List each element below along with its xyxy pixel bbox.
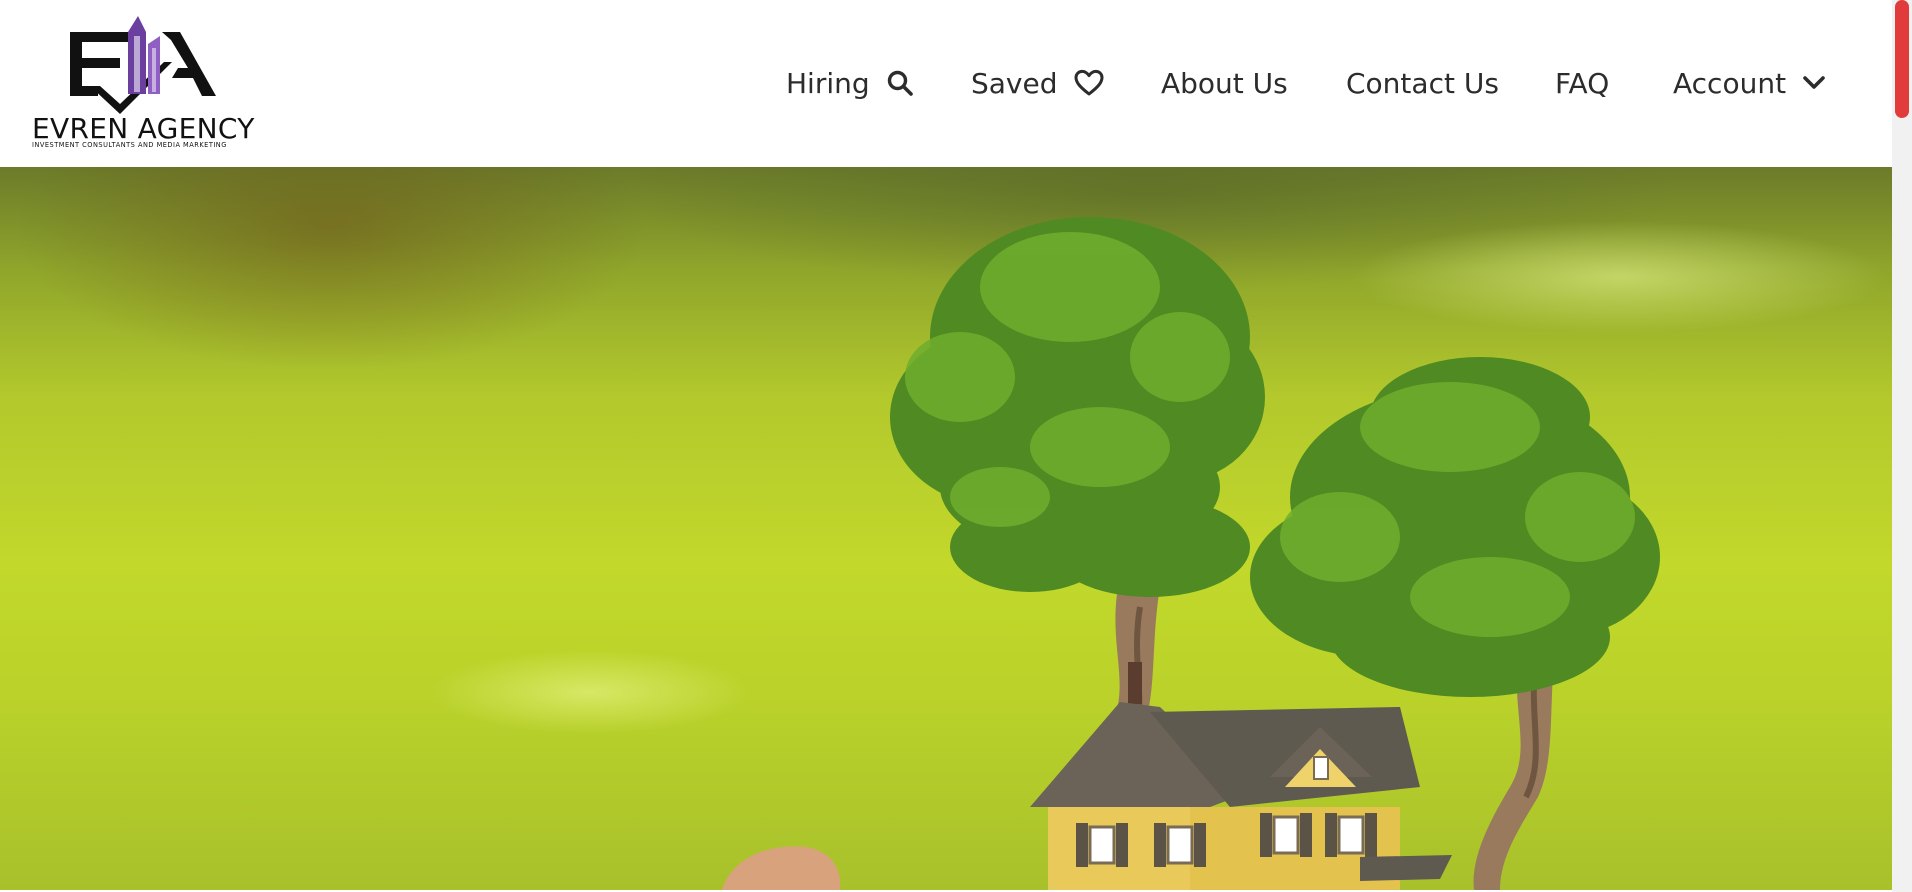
hero-banner bbox=[0, 167, 1892, 890]
nav-item-label: About Us bbox=[1161, 66, 1288, 100]
hero-image bbox=[722, 217, 1660, 890]
nav-item-saved[interactable]: Saved bbox=[971, 58, 1104, 108]
nav-item-label: FAQ bbox=[1555, 66, 1610, 100]
search-icon bbox=[887, 70, 913, 96]
scrollbar-thumb[interactable] bbox=[1895, 0, 1909, 118]
nav-item-label: Contact Us bbox=[1346, 66, 1499, 100]
main-nav: Hiring Saved About Us Contact Us FAQ Acc… bbox=[0, 0, 1892, 167]
chevron-down-icon bbox=[1803, 76, 1825, 89]
nav-item-faq[interactable]: FAQ bbox=[1555, 58, 1609, 108]
site-header: EVREN AGENCY INVESTMENT CONSULTANTS AND … bbox=[0, 0, 1892, 167]
nav-item-hiring[interactable]: Hiring bbox=[786, 58, 914, 108]
nav-item-about-us[interactable]: About Us bbox=[1161, 58, 1288, 108]
nav-item-label: Account bbox=[1673, 66, 1787, 100]
nav-item-contact-us[interactable]: Contact Us bbox=[1346, 58, 1499, 108]
nav-item-account[interactable]: Account bbox=[1673, 58, 1826, 108]
nav-item-label: Saved bbox=[971, 66, 1058, 100]
heart-icon bbox=[1074, 69, 1104, 96]
page-scrollbar[interactable] bbox=[1892, 0, 1912, 892]
nav-item-label: Hiring bbox=[786, 66, 870, 100]
